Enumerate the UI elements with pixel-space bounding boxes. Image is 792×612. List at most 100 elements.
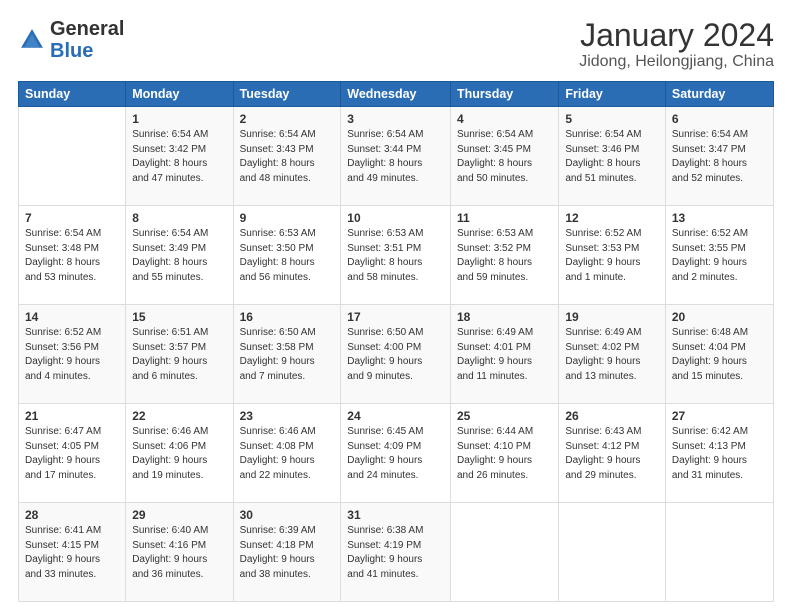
calendar-cell: 15 Sunrise: 6:51 AMSunset: 3:57 PMDayligh… [126,305,233,404]
day-number: 4 [457,112,552,126]
header-day-wednesday: Wednesday [341,82,451,107]
day-detail: Sunrise: 6:50 AMSunset: 3:58 PMDaylight:… [240,326,335,384]
day-detail: Sunrise: 6:54 AMSunset: 3:48 PMDaylight:… [25,227,119,285]
calendar-cell: 18 Sunrise: 6:49 AMSunset: 4:01 PMDayligh… [451,305,559,404]
day-detail: Sunrise: 6:54 AMSunset: 3:42 PMDaylight:… [132,128,226,186]
week-row-2: 14 Sunrise: 6:52 AMSunset: 3:56 PMDayligh… [19,305,774,404]
calendar-cell: 28Sunrise: 6:41 AMSunset: 4:15 PMDayligh… [19,503,126,602]
day-number: 9 [240,211,335,225]
calendar-cell: 4 Sunrise: 6:54 AMSunset: 3:45 PMDaylight… [451,107,559,206]
calendar-cell: 2Sunrise: 6:54 AMSunset: 3:43 PMDaylight… [233,107,341,206]
day-detail: Sunrise: 6:47 AMSunset: 4:05 PMDaylight:… [25,425,119,483]
calendar-cell: 6 Sunrise: 6:54 AMSunset: 3:47 PMDaylight… [665,107,773,206]
calendar-cell: 19 Sunrise: 6:49 AMSunset: 4:02 PMDayligh… [559,305,666,404]
day-detail: Sunrise: 6:54 AMSunset: 3:49 PMDaylight:… [132,227,226,285]
day-detail: Sunrise: 6:42 AMSunset: 4:13 PMDaylight:… [672,425,767,483]
calendar-cell: 11Sunrise: 6:53 AMSunset: 3:52 PMDayligh… [451,206,559,305]
day-detail: Sunrise: 6:52 AMSunset: 3:55 PMDaylight:… [672,227,767,285]
day-detail: Sunrise: 6:46 AMSunset: 4:08 PMDaylight:… [240,425,335,483]
calendar-cell: 5Sunrise: 6:54 AMSunset: 3:46 PMDaylight… [559,107,666,206]
day-detail: Sunrise: 6:54 AMSunset: 3:45 PMDaylight:… [457,128,552,186]
calendar-title: January 2024 [579,18,774,53]
calendar-cell: 21 Sunrise: 6:47 AMSunset: 4:05 PMDayligh… [19,404,126,503]
day-number: 26 [565,409,659,423]
day-detail: Sunrise: 6:54 AMSunset: 3:44 PMDaylight:… [347,128,444,186]
calendar-cell [19,107,126,206]
calendar-body: 1 Sunrise: 6:54 AMSunset: 3:42 PMDaylight… [19,107,774,602]
calendar-cell: 8Sunrise: 6:54 AMSunset: 3:49 PMDaylight… [126,206,233,305]
day-detail: Sunrise: 6:48 AMSunset: 4:04 PMDaylight:… [672,326,767,384]
calendar-cell: 12 Sunrise: 6:52 AMSunset: 3:53 PMDayligh… [559,206,666,305]
day-number: 12 [565,211,659,225]
calendar-cell: 17Sunrise: 6:50 AMSunset: 4:00 PMDayligh… [341,305,451,404]
title-block: January 2024 Jidong, Heilongjiang, China [579,18,774,71]
day-detail: Sunrise: 6:44 AMSunset: 4:10 PMDaylight:… [457,425,552,483]
calendar-cell: 13 Sunrise: 6:52 AMSunset: 3:55 PMDayligh… [665,206,773,305]
day-detail: Sunrise: 6:43 AMSunset: 4:12 PMDaylight:… [565,425,659,483]
calendar-cell: 14 Sunrise: 6:52 AMSunset: 3:56 PMDayligh… [19,305,126,404]
calendar-cell: 23 Sunrise: 6:46 AMSunset: 4:08 PMDayligh… [233,404,341,503]
day-number: 27 [672,409,767,423]
day-number: 29 [132,508,226,522]
day-detail: Sunrise: 6:54 AMSunset: 3:47 PMDaylight:… [672,128,767,186]
day-detail: Sunrise: 6:46 AMSunset: 4:06 PMDaylight:… [132,425,226,483]
logo-general-text: General [50,18,124,40]
day-number: 25 [457,409,552,423]
day-number: 6 [672,112,767,126]
day-number: 13 [672,211,767,225]
calendar-table: SundayMondayTuesdayWednesdayThursdayFrid… [18,81,774,602]
day-detail: Sunrise: 6:45 AMSunset: 4:09 PMDaylight:… [347,425,444,483]
day-number: 10 [347,211,444,225]
header-day-saturday: Saturday [665,82,773,107]
day-number: 20 [672,310,767,324]
header: General Blue January 2024 Jidong, Heilon… [18,18,774,71]
day-number: 31 [347,508,444,522]
week-row-3: 21 Sunrise: 6:47 AMSunset: 4:05 PMDayligh… [19,404,774,503]
calendar-subtitle: Jidong, Heilongjiang, China [579,53,774,71]
day-number: 19 [565,310,659,324]
week-row-4: 28Sunrise: 6:41 AMSunset: 4:15 PMDayligh… [19,503,774,602]
day-number: 5 [565,112,659,126]
day-number: 23 [240,409,335,423]
day-number: 16 [240,310,335,324]
day-number: 2 [240,112,335,126]
calendar-cell: 20 Sunrise: 6:48 AMSunset: 4:04 PMDayligh… [665,305,773,404]
day-number: 1 [132,112,226,126]
page: General Blue January 2024 Jidong, Heilon… [0,0,792,612]
calendar-cell: 7 Sunrise: 6:54 AMSunset: 3:48 PMDaylight… [19,206,126,305]
day-number: 24 [347,409,444,423]
day-number: 30 [240,508,335,522]
day-detail: Sunrise: 6:49 AMSunset: 4:01 PMDaylight:… [457,326,552,384]
day-number: 11 [457,211,552,225]
day-number: 22 [132,409,226,423]
day-detail: Sunrise: 6:49 AMSunset: 4:02 PMDaylight:… [565,326,659,384]
day-detail: Sunrise: 6:51 AMSunset: 3:57 PMDaylight:… [132,326,226,384]
calendar-cell: 16 Sunrise: 6:50 AMSunset: 3:58 PMDayligh… [233,305,341,404]
header-day-friday: Friday [559,82,666,107]
logo-blue-text: Blue [50,40,93,62]
day-detail: Sunrise: 6:38 AMSunset: 4:19 PMDaylight:… [347,524,444,582]
calendar-cell: 25 Sunrise: 6:44 AMSunset: 4:10 PMDayligh… [451,404,559,503]
header-day-sunday: Sunday [19,82,126,107]
calendar-cell: 1 Sunrise: 6:54 AMSunset: 3:42 PMDaylight… [126,107,233,206]
header-day-monday: Monday [126,82,233,107]
day-number: 21 [25,409,119,423]
day-number: 15 [132,310,226,324]
day-number: 28 [25,508,119,522]
calendar-cell: 22 Sunrise: 6:46 AMSunset: 4:06 PMDayligh… [126,404,233,503]
week-row-1: 7 Sunrise: 6:54 AMSunset: 3:48 PMDaylight… [19,206,774,305]
logo-icon [18,26,46,54]
day-number: 14 [25,310,119,324]
day-detail: Sunrise: 6:53 AMSunset: 3:51 PMDaylight:… [347,227,444,285]
calendar-cell: 3Sunrise: 6:54 AMSunset: 3:44 PMDaylight… [341,107,451,206]
day-detail: Sunrise: 6:50 AMSunset: 4:00 PMDaylight:… [347,326,444,384]
day-detail: Sunrise: 6:53 AMSunset: 3:50 PMDaylight:… [240,227,335,285]
day-number: 7 [25,211,119,225]
logo: General Blue [18,18,124,62]
calendar-cell [665,503,773,602]
day-detail: Sunrise: 6:52 AMSunset: 3:53 PMDaylight:… [565,227,659,285]
day-detail: Sunrise: 6:52 AMSunset: 3:56 PMDaylight:… [25,326,119,384]
calendar-cell: 30Sunrise: 6:39 AMSunset: 4:18 PMDayligh… [233,503,341,602]
day-number: 18 [457,310,552,324]
calendar-cell: 9 Sunrise: 6:53 AMSunset: 3:50 PMDaylight… [233,206,341,305]
